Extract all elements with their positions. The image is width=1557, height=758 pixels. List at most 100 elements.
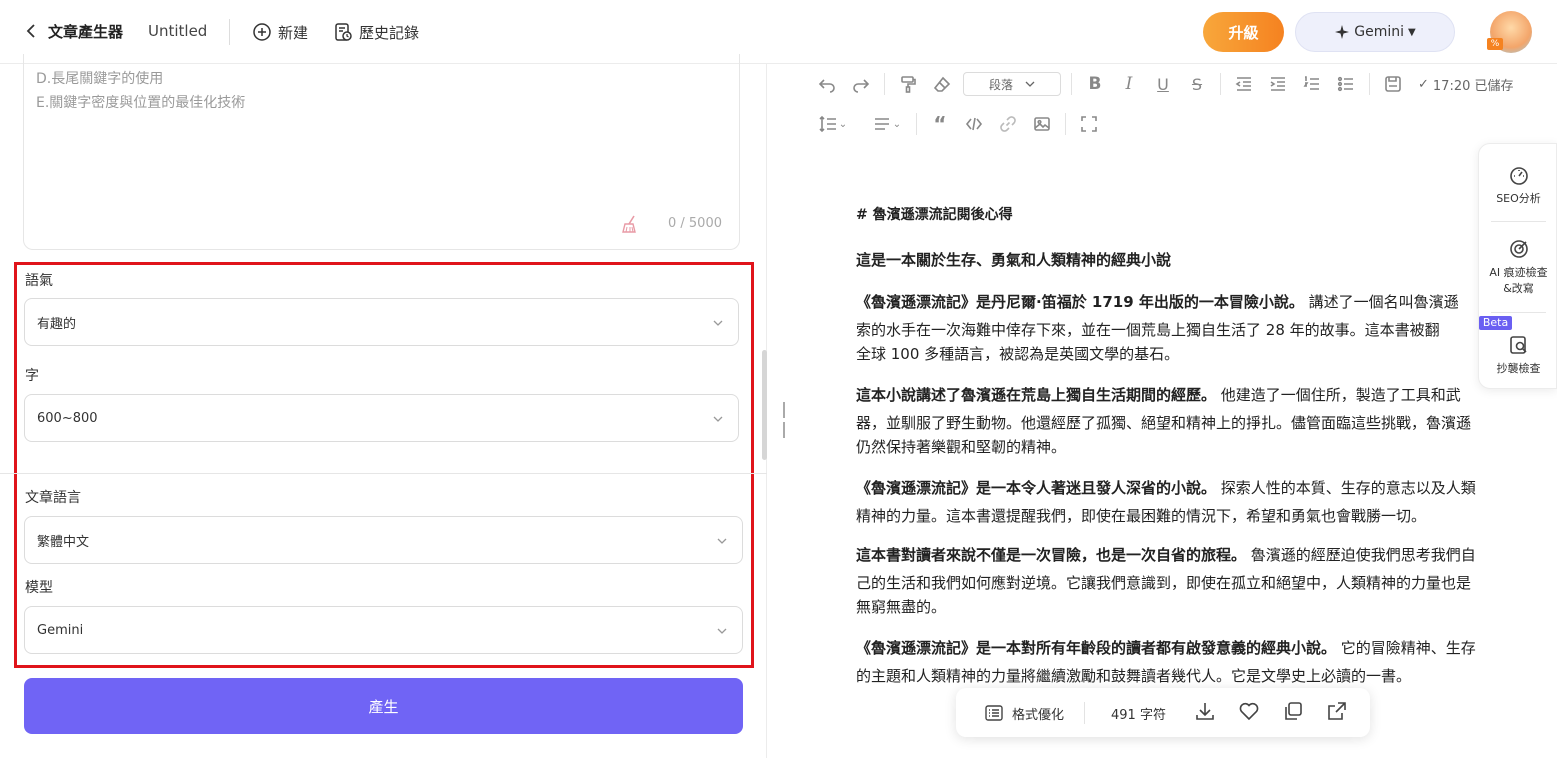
save-status-text: 17:20 已儲存 (1432, 78, 1514, 94)
external-link-icon[interactable] (1326, 700, 1350, 724)
upgrade-button[interactable]: 升級 (1203, 12, 1284, 52)
copy-icon[interactable] (1282, 700, 1306, 724)
chevron-down-icon (1025, 81, 1035, 87)
chevron-down-icon (717, 628, 727, 634)
quote-icon[interactable]: “ (923, 110, 957, 138)
para-text: 仍然保持著樂觀和堅韌的精神。 (856, 437, 1067, 456)
new-button[interactable]: 新建 (252, 20, 308, 44)
format-optimize-button[interactable]: 格式優化 (984, 703, 1064, 723)
italic-icon[interactable]: I (1112, 70, 1146, 98)
caret-down-icon: ▼ (1408, 26, 1416, 38)
eraser-icon[interactable] (925, 70, 959, 98)
strikethrough-icon[interactable]: S (1180, 70, 1214, 98)
doc-paragraph: 《魯濱遜漂流記》是丹尼爾·笛福於 1719 年出版的一本冒險小說。 講述了一個名… (856, 291, 1521, 366)
para-text: 魯濱遜的經歷迫使我們思考我們自 (1246, 546, 1476, 564)
generate-button[interactable]: 產生 (24, 678, 743, 734)
bullet-list-icon[interactable] (1329, 70, 1363, 98)
scrollbar[interactable] (762, 350, 767, 460)
undo-icon[interactable] (810, 70, 844, 98)
heart-icon[interactable] (1238, 700, 1262, 724)
model-button-label: Gemini (1354, 24, 1405, 40)
para-text: 的主題和人類精神的力量將繼續激勵和鼓舞讀者幾代人。它是文學史上必讀的一書。 (856, 667, 1412, 686)
para-text: 他建造了一個住所，製造了工具和武 (1216, 386, 1461, 404)
para-text: 己的生活和我們如何應對逆境。它讓我們意識到，即使在孤立和絕望中，人類精神的力量也… (856, 574, 1472, 593)
tone-label: 語氣 (25, 273, 53, 289)
para-text: 講述了一個名叫魯濱遜 (1303, 293, 1459, 311)
doc-heading: # 魯濱遜漂流記閱後心得 (856, 207, 1013, 223)
section-divider (0, 473, 767, 474)
outline-textarea[interactable]: D.長尾關鍵字的使用 E.關鍵字密度與位置的最佳化技術 0 / 5000 (23, 54, 740, 250)
seo-analysis-button[interactable]: SEO分析 (1479, 164, 1557, 206)
save-icon[interactable] (1376, 70, 1410, 98)
outline-line: D.長尾關鍵字的使用 (36, 71, 164, 87)
history-label: 歷史記錄 (359, 23, 420, 42)
language-label: 文章語言 (25, 490, 81, 506)
new-label: 新建 (278, 23, 309, 42)
tone-select[interactable]: 有趣的 (24, 298, 739, 346)
document-search-icon (1509, 336, 1527, 354)
para-text: 器，並馴服了野生動物。他還經歷了孤獨、絕望和精神上的掙扎。儘管面臨這些挑戰，魯濱… (856, 414, 1472, 433)
download-icon[interactable] (1194, 700, 1218, 724)
indent-icon[interactable] (1261, 70, 1295, 98)
plagiarism-check-button[interactable]: 抄襲檢查 (1479, 334, 1557, 376)
avatar-badge: % (1487, 38, 1503, 50)
redo-icon[interactable] (844, 70, 878, 98)
side-tools-panel: SEO分析 AI 痕迹檢查 &改寫 抄襲檢查 (1478, 143, 1557, 389)
bold-icon[interactable]: B (1078, 70, 1112, 98)
para-text: 精神的力量。這本書還提醒我們，即使在最困難的情況下，希望和勇氣也會戰勝一切。 (856, 507, 1427, 526)
underline-icon[interactable]: U (1146, 70, 1180, 98)
sparkle-icon (1335, 25, 1350, 39)
para-lead: 《魯濱遜漂流記》是一本對所有年齡段的讀者都有啟發意義的經典小說。 (856, 639, 1337, 657)
beta-badge: Beta (1479, 316, 1512, 330)
model-select[interactable]: Gemini (24, 606, 743, 654)
words-value: 600~800 (37, 410, 98, 426)
para-lead: 這本小說講述了魯濱遜在荒島上獨自生活期間的經歷。 (856, 386, 1217, 404)
app-title: 文章產生器 (48, 23, 124, 41)
model-selector-button[interactable]: Gemini ▼ (1295, 12, 1455, 52)
align-icon[interactable]: ⌄ (864, 110, 910, 138)
line-height-icon[interactable]: ⌄ (810, 110, 856, 138)
language-select[interactable]: 繁體中文 (24, 516, 743, 564)
format-painter-icon[interactable] (891, 70, 925, 98)
ordered-list-icon[interactable] (1295, 70, 1329, 98)
ai-detect-button[interactable]: AI 痕迹檢查 &改寫 (1479, 238, 1557, 296)
seo-label: SEO分析 (1496, 192, 1541, 205)
paragraph-select[interactable]: 段落 (963, 72, 1061, 96)
tone-value: 有趣的 (37, 316, 77, 332)
code-icon[interactable] (957, 110, 991, 138)
para-text: 無窮無盡的。 (856, 597, 947, 616)
back-chevron-icon[interactable] (24, 20, 44, 44)
paragraph-select-value: 段落 (988, 77, 1013, 92)
fullscreen-icon[interactable] (1072, 110, 1106, 138)
ai-label-1: AI 痕迹檢查 (1489, 266, 1548, 279)
ai-label-2: &改寫 (1503, 282, 1534, 295)
bottom-action-bar: 格式優化 491 字符 (956, 688, 1370, 737)
panel-resize-handle[interactable] (783, 402, 789, 438)
save-status: ✓ 17:20 已儲存 (1418, 75, 1514, 94)
plagiarism-label: 抄襲檢查 (1496, 362, 1541, 375)
format-label: 格式優化 (1012, 707, 1065, 723)
chevron-down-icon (713, 320, 723, 326)
model-value: Gemini (37, 622, 84, 638)
para-text: 索的水手在一次海難中倖存下來，並在一個荒島上獨自生活了 28 年的故事。這本書被… (856, 321, 1440, 340)
broom-icon[interactable] (620, 214, 640, 234)
doc-paragraph: 《魯濱遜漂流記》是一本對所有年齡段的讀者都有啟發意義的經典小說。 它的冒險精神、… (856, 637, 1521, 689)
image-icon[interactable] (1025, 110, 1059, 138)
check-icon: ✓ (1418, 76, 1429, 92)
model-label: 模型 (25, 580, 53, 596)
plus-circle-icon (253, 23, 271, 41)
doc-paragraph: 這本小說講述了魯濱遜在荒島上獨自生活期間的經歷。 他建造了一個住所，製造了工具和… (856, 384, 1521, 459)
outline-line: E.關鍵字密度與位置的最佳化技術 (36, 95, 246, 111)
outdent-icon[interactable] (1227, 70, 1261, 98)
words-select[interactable]: 600~800 (24, 394, 739, 442)
para-lead: 《魯濱遜漂流記》是一本令人著迷且發人深省的小說。 (856, 479, 1217, 497)
para-text: 探索人性的本質、生存的意志以及人類 (1216, 479, 1476, 497)
para-lead: 《魯濱遜漂流記》是丹尼爾·笛福於 1719 年出版的一本冒險小說。 (856, 293, 1304, 311)
document-name[interactable]: Untitled (148, 22, 207, 40)
list-format-icon (985, 705, 1003, 721)
para-text: 全球 100 多種語言，被認為是英國文學的基石。 (856, 344, 1180, 363)
target-icon (1509, 240, 1528, 258)
chevron-down-icon (717, 538, 727, 544)
history-button[interactable]: 歷史記錄 (333, 20, 419, 44)
link-icon[interactable] (991, 110, 1025, 138)
